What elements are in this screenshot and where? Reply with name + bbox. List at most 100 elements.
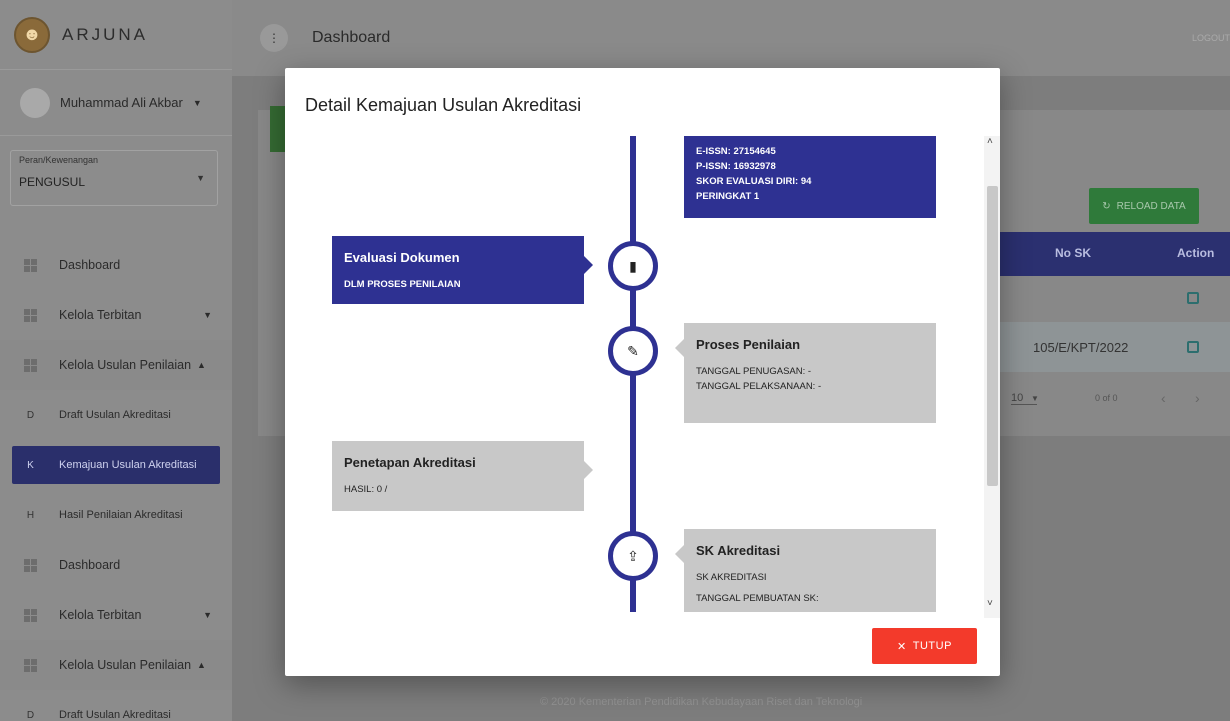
reload-data-label: RELOAD DATA (1116, 200, 1186, 212)
sidebar-item-dashboard[interactable]: Dashboard (0, 240, 232, 290)
reload-data-button[interactable]: ↻ RELOAD DATA (1089, 188, 1199, 224)
upload-icon: ⇪ (608, 531, 658, 581)
logout-link[interactable]: LOGOUT (1192, 33, 1230, 43)
dashboard-icon (24, 358, 37, 372)
sidebar-item-label: Draft Usulan Akreditasi (59, 409, 171, 421)
card-pointer (584, 461, 593, 479)
pagination: 10 ▼ 0 of 0 ‹ › (999, 386, 1230, 416)
document-icon: ▮ (608, 241, 658, 291)
timeline-card-penetapan-akreditasi: Penetapan Akreditasi HASIL: 0 / (332, 441, 593, 511)
caret-down-icon: ▼ (196, 173, 205, 183)
card-line: E-ISSN: 27154645 (696, 146, 776, 157)
sidebar: ☻ ARJUNA Muhammad Ali Akbar ▼ Peran/Kewe… (0, 0, 232, 721)
card-line: P-ISSN: 16932978 (696, 161, 776, 172)
user-name: Muhammad Ali Akbar (60, 95, 183, 110)
table-row: 105/E/KPT/2022 (999, 322, 1230, 372)
sidebar-item-label: Kelola Usulan Penilaian (59, 358, 192, 372)
card-pointer (675, 339, 684, 357)
card-title: Evaluasi Dokumen (344, 250, 460, 265)
close-button[interactable]: ✕ TUTUP (872, 628, 977, 664)
dashboard-icon (24, 658, 37, 672)
sidebar-item-draft-usulan[interactable]: D Draft Usulan Akreditasi (0, 390, 232, 440)
dashboard-icon (24, 558, 37, 572)
role-select[interactable]: Peran/Kewenangan PENGUSUL ▼ (10, 150, 218, 206)
timeline-card-evaluasi-dokumen: Evaluasi Dokumen DLM PROSES PENILAIAN (332, 236, 593, 304)
card-line: PERINGKAT 1 (696, 191, 760, 202)
sidebar-item-label: Dashboard (59, 558, 121, 572)
sidebar-item-label: Kelola Terbitan (59, 608, 142, 622)
close-button-label: TUTUP (912, 640, 952, 652)
sidebar-nav: Dashboard Kelola Terbitan ▼ Kelola Usula… (0, 240, 232, 721)
footer-text: © 2020 Kementerian Pendidikan Kebudayaan… (540, 696, 863, 708)
table-row (999, 276, 1230, 322)
column-header-nosk: No SK (1055, 246, 1091, 260)
chevron-left-icon[interactable]: ‹ (1161, 390, 1166, 406)
card-line: SK AKREDITASI (696, 572, 767, 583)
sidebar-item-kelola-usulan[interactable]: Kelola Usulan Penilaian ▲ (0, 340, 232, 390)
card-status: HASIL: 0 / (344, 484, 388, 495)
detail-modal: Detail Kemajuan Usulan Akreditasi E-ISSN… (285, 68, 1000, 676)
caret-down-icon: ▼ (192, 97, 202, 108)
sidebar-item-hasil-penilaian[interactable]: H Hasil Penilaian Akreditasi (0, 490, 232, 540)
timeline-card-proses-penilaian: Proses Penilaian TANGGAL PENUGASAN: - TA… (675, 323, 936, 423)
table-header: No SK Action (999, 232, 1230, 276)
card-title: Proses Penilaian (696, 337, 801, 352)
sidebar-item-letter: D (26, 709, 35, 721)
role-label: Peran/Kewenangan (19, 155, 99, 165)
modal-body[interactable]: E-ISSN: 27154645 P-ISSN: 16932978 SKOR E… (285, 136, 1000, 612)
chevron-up-icon[interactable]: ˄ (987, 136, 993, 147)
sidebar-item-label: Draft Usulan Akreditasi (59, 709, 171, 721)
column-header-action: Action (1177, 246, 1215, 260)
sidebar-item-label: Dashboard (59, 258, 121, 272)
sidebar-item-letter: D (26, 409, 35, 421)
card-line: TANGGAL PENUGASAN: - (696, 366, 812, 377)
sidebar-item-label: Kelola Terbitan (59, 308, 142, 322)
card-title: SK Akreditasi (696, 543, 781, 558)
page-count: 0 of 0 (1095, 393, 1118, 403)
card-title: Penetapan Akreditasi (344, 455, 476, 470)
sidebar-item-kelola-terbitan-2[interactable]: Kelola Terbitan ▼ (0, 590, 232, 640)
sidebar-item-kemajuan-usulan[interactable]: K Kemajuan Usulan Akreditasi (12, 446, 220, 484)
top-header: ⋮ Dashboard LOGOUT (232, 0, 1230, 76)
cell-nosk: 105/E/KPT/2022 (1033, 340, 1129, 355)
caret-up-icon: ▲ (197, 660, 206, 670)
arjuna-logo-icon: ☻ (14, 16, 50, 53)
timeline-card-identitas: E-ISSN: 27154645 P-ISSN: 16932978 SKOR E… (684, 136, 936, 218)
edit-icon[interactable] (1187, 341, 1199, 353)
dashboard-icon (24, 258, 37, 272)
dashboard-icon (24, 608, 37, 622)
page-title: Dashboard (312, 29, 391, 46)
sidebar-item-kelola-usulan-2[interactable]: Kelola Usulan Penilaian ▲ (0, 640, 232, 690)
card-pointer (584, 256, 593, 274)
edit-icon[interactable] (1187, 292, 1199, 304)
sidebar-item-label: Hasil Penilaian Akreditasi (59, 509, 183, 521)
sidebar-item-dashboard-2[interactable]: Dashboard (0, 540, 232, 590)
caret-down-icon: ▼ (203, 610, 212, 620)
sidebar-item-label: Kelola Usulan Penilaian (59, 658, 192, 672)
sidebar-item-letter: H (26, 509, 35, 521)
sidebar-item-label: Kemajuan Usulan Akreditasi (59, 459, 197, 471)
card-pointer (675, 545, 684, 563)
close-icon: ✕ (897, 640, 907, 653)
more-vert-icon[interactable]: ⋮ (260, 24, 288, 52)
sidebar-item-kelola-terbitan[interactable]: Kelola Terbitan ▼ (0, 290, 232, 340)
role-value: PENGUSUL (19, 175, 86, 189)
caret-down-icon: ▼ (1031, 394, 1039, 403)
dashboard-icon (24, 308, 37, 322)
card-line: TANGGAL PELAKSANAAN: - (696, 381, 822, 392)
user-menu[interactable]: Muhammad Ali Akbar ▼ (0, 70, 232, 136)
scrollbar-thumb[interactable] (987, 186, 998, 486)
sidebar-item-letter: K (27, 459, 34, 471)
modal-title: Detail Kemajuan Usulan Akreditasi (305, 95, 582, 115)
chevron-right-icon[interactable]: › (1195, 390, 1200, 406)
timeline-card-sk-akreditasi: SK Akreditasi SK AKREDITASI TANGGAL PEMB… (675, 529, 936, 612)
card-status: DLM PROSES PENILAIAN (344, 279, 461, 290)
chevron-down-icon[interactable]: ˅ (987, 598, 993, 609)
brand[interactable]: ☻ ARJUNA (0, 0, 232, 70)
sidebar-item-draft-usulan-2[interactable]: D Draft Usulan Akreditasi (0, 690, 232, 721)
brand-name: ARJUNA (62, 24, 149, 44)
refresh-icon: ↻ (1102, 200, 1111, 212)
card-line: TANGGAL PEMBUATAN SK: (696, 593, 819, 604)
avatar (20, 87, 50, 118)
caret-down-icon: ▼ (203, 310, 212, 320)
